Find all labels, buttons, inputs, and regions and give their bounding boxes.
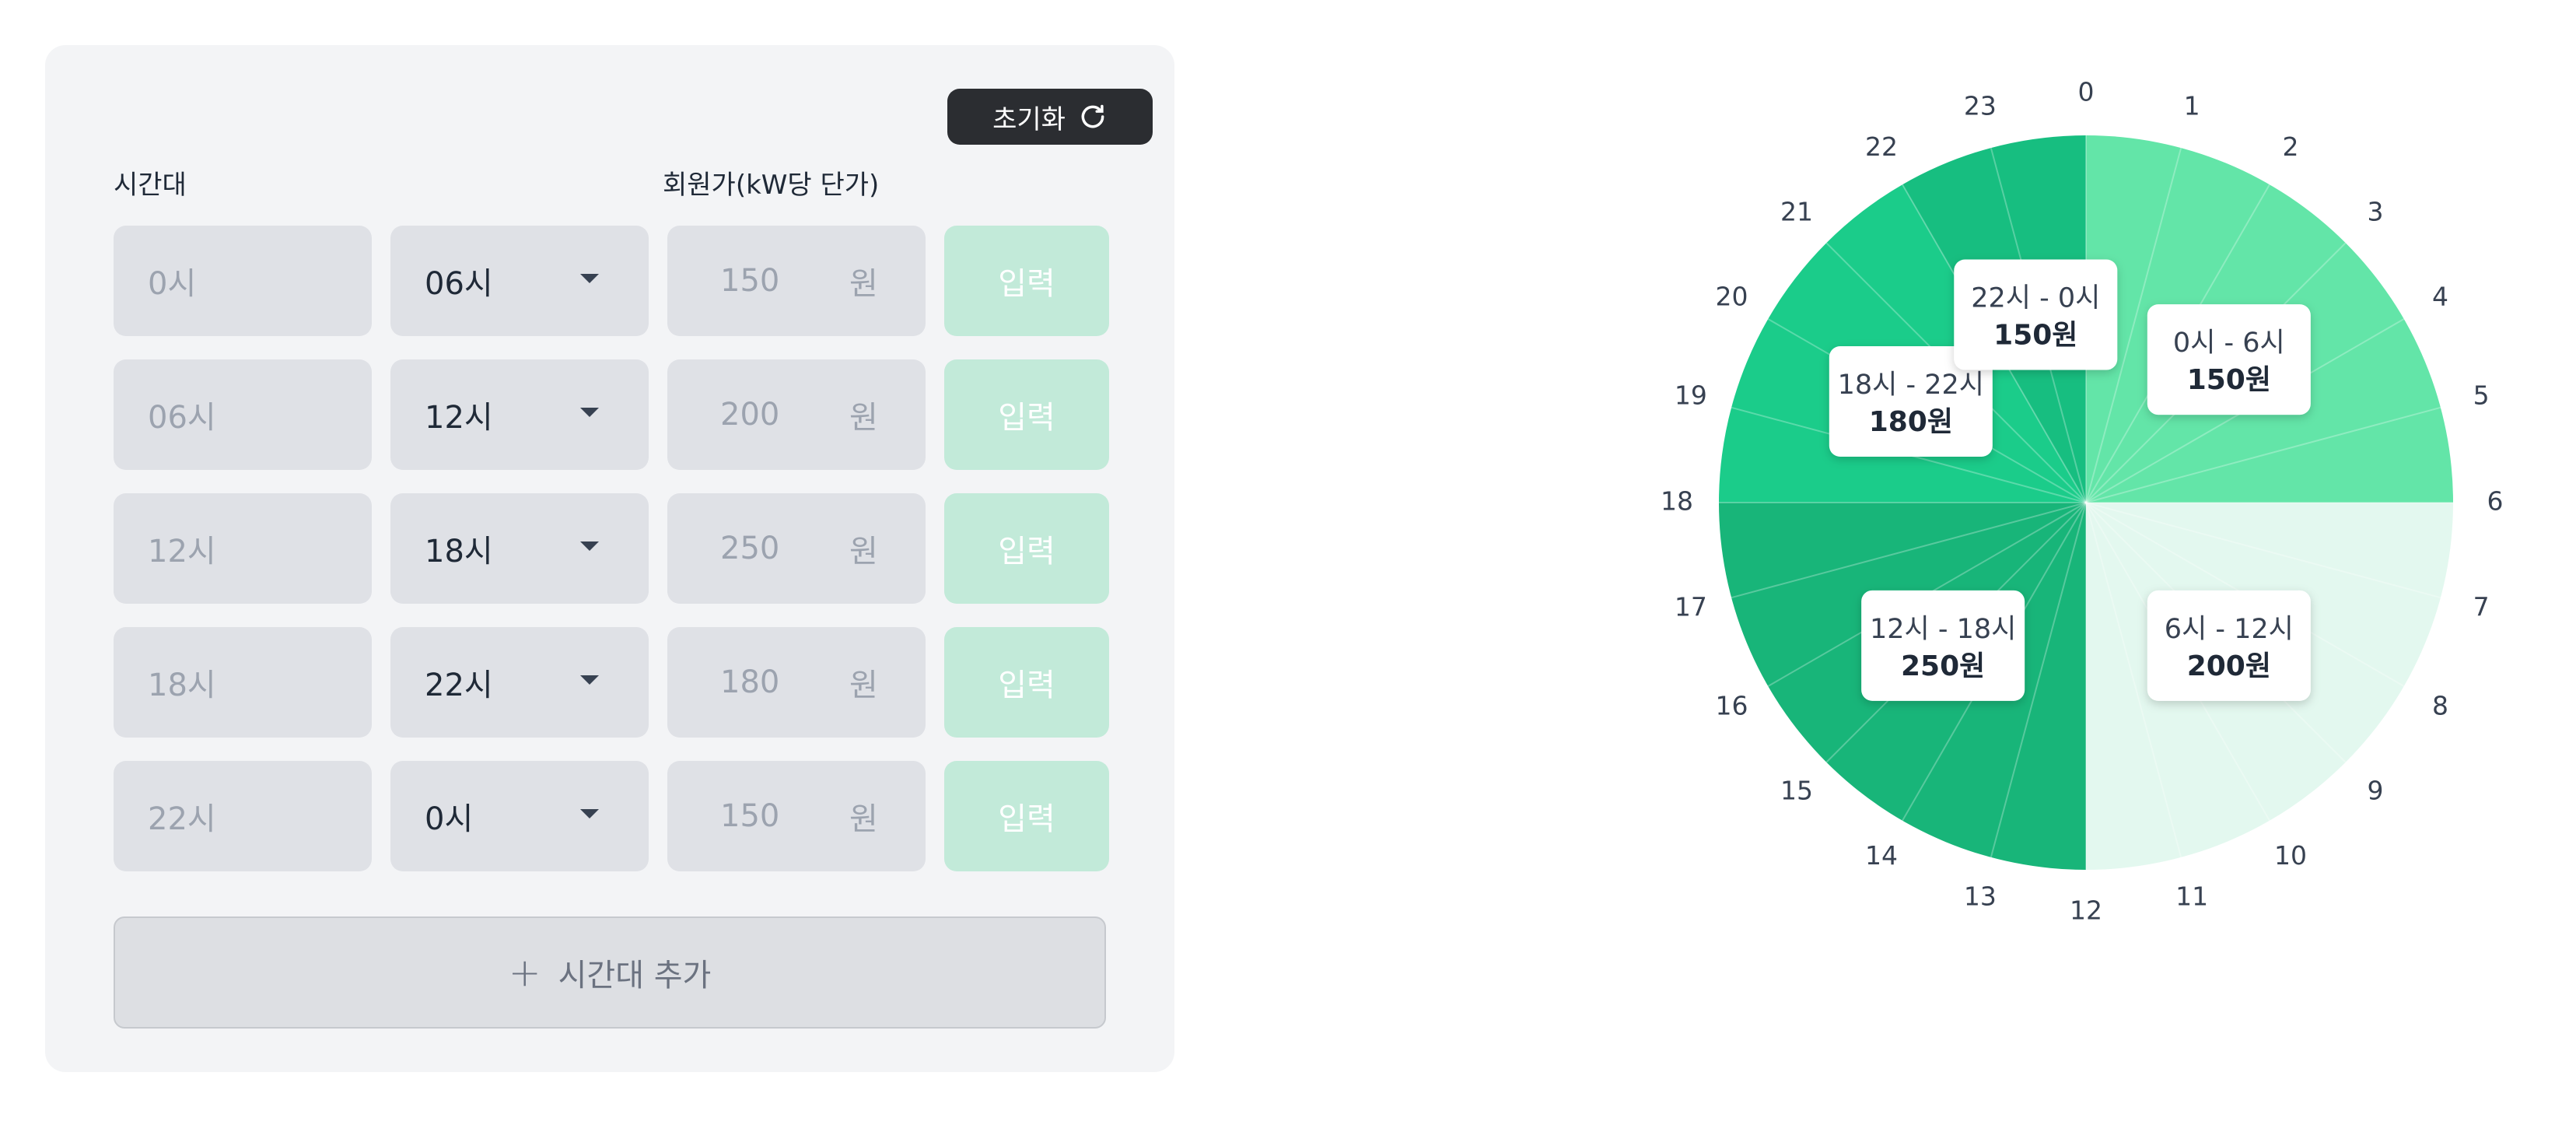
hour-label: 10 bbox=[2274, 840, 2307, 871]
price-value: 250 bbox=[720, 531, 780, 566]
time-range-row: 12시 18시 250 원 입력 bbox=[114, 493, 1153, 604]
price-unit: 원 bbox=[849, 266, 878, 302]
chevron-down-icon bbox=[580, 541, 599, 551]
chevron-down-icon bbox=[580, 274, 599, 283]
hour-label: 3 bbox=[2367, 197, 2383, 227]
price-value: 200 bbox=[720, 397, 780, 433]
price-header: 회원가(kW당 단가) bbox=[663, 170, 880, 201]
hour-label: 12 bbox=[2070, 895, 2102, 926]
hour-label: 7 bbox=[2473, 592, 2490, 622]
end-time-select[interactable]: 12시 bbox=[390, 359, 649, 470]
hour-label: 14 bbox=[1865, 840, 1898, 871]
slice-tooltip bbox=[1954, 259, 2118, 370]
add-time-range-button[interactable]: + 시간대 추가 bbox=[114, 916, 1106, 1029]
slice-tooltip bbox=[2147, 590, 2311, 701]
hour-label: 15 bbox=[1780, 775, 1813, 805]
end-time-value: 06시 bbox=[425, 266, 493, 302]
hour-label: 8 bbox=[2432, 691, 2448, 721]
hour-label: 18 bbox=[1661, 486, 1693, 517]
submit-button[interactable]: 입력 bbox=[944, 627, 1109, 738]
hour-label: 5 bbox=[2473, 380, 2490, 410]
slice-tooltip bbox=[1861, 590, 2025, 701]
price-value: 180 bbox=[720, 664, 780, 700]
submit-button[interactable]: 입력 bbox=[944, 493, 1109, 604]
hourly-price-pie-chart: 0 1 2 3 4 5 6 7 8 9 10 11 12 13 14 15 16 17 18 19 20 21 22 23 0시… bbox=[1633, 62, 2567, 965]
hour-label: 1 bbox=[2184, 90, 2200, 121]
hour-label: 6 bbox=[2487, 486, 2504, 517]
start-time-field: 06시 bbox=[114, 359, 372, 470]
slice-price-label: 180원 bbox=[1869, 406, 1953, 438]
time-range-header: 시간대 bbox=[114, 170, 187, 201]
submit-button[interactable]: 입력 bbox=[944, 761, 1109, 871]
hour-label: 16 bbox=[1715, 691, 1748, 721]
end-time-select[interactable]: 06시 bbox=[390, 226, 649, 336]
slice-range-label: 18시 - 22시 bbox=[1838, 370, 1984, 401]
end-time-select[interactable]: 18시 bbox=[390, 493, 649, 604]
slice-tooltip bbox=[2147, 304, 2311, 415]
time-range-row: 06시 12시 200 원 입력 bbox=[114, 359, 1153, 470]
end-time-value: 22시 bbox=[425, 668, 493, 703]
hour-label: 19 bbox=[1675, 380, 1707, 410]
slice-price-label: 250원 bbox=[1901, 650, 1985, 682]
submit-button[interactable]: 입력 bbox=[944, 226, 1109, 336]
pie-chart-svg: 0 12345678910111213141516171819202122230시… bbox=[1661, 77, 2504, 926]
chevron-down-icon bbox=[580, 408, 599, 417]
slice-price-label: 150원 bbox=[2187, 364, 2271, 396]
time-range-row: 18시 22시 180 원 입력 bbox=[114, 627, 1153, 738]
submit-button[interactable]: 입력 bbox=[944, 359, 1109, 470]
price-input[interactable]: 150 원 bbox=[667, 226, 926, 336]
start-time-field: 22시 bbox=[114, 761, 372, 871]
price-unit: 원 bbox=[849, 400, 878, 436]
hour-label: 13 bbox=[1964, 881, 1997, 912]
price-input[interactable]: 150 원 bbox=[667, 761, 926, 871]
refresh-icon bbox=[1081, 104, 1104, 128]
time-pricing-panel: 초기화 시간대 회원가(kW당 단가) 0시 06시 150 원 입력 06시 … bbox=[45, 45, 1174, 1072]
hour-label: 21 bbox=[1780, 197, 1813, 227]
price-unit: 원 bbox=[849, 668, 878, 703]
start-time-field: 18시 bbox=[114, 627, 372, 738]
end-time-value: 0시 bbox=[425, 801, 474, 837]
hour-label: 20 bbox=[1715, 282, 1748, 312]
slice-range-label: 0시 - 6시 bbox=[2173, 328, 2285, 359]
hour-label: 9 bbox=[2367, 775, 2383, 805]
price-unit: 원 bbox=[849, 534, 878, 570]
start-time-field: 12시 bbox=[114, 493, 372, 604]
slice-price-label: 200원 bbox=[2187, 650, 2271, 682]
end-time-value: 12시 bbox=[425, 400, 493, 436]
reset-button-label: 초기화 bbox=[992, 103, 1066, 135]
chevron-down-icon bbox=[580, 809, 599, 818]
price-value: 150 bbox=[720, 798, 780, 834]
hour-label: 4 bbox=[2432, 282, 2448, 312]
time-range-row: 22시 0시 150 원 입력 bbox=[114, 761, 1153, 871]
reset-button[interactable]: 초기화 bbox=[947, 89, 1153, 145]
hour-label: 11 bbox=[2175, 881, 2208, 912]
hour-label: 2 bbox=[2283, 131, 2299, 162]
time-range-row: 0시 06시 150 원 입력 bbox=[114, 226, 1153, 336]
price-input[interactable]: 200 원 bbox=[667, 359, 926, 470]
price-value: 150 bbox=[720, 263, 780, 299]
hour-label: 22 bbox=[1865, 131, 1898, 162]
price-input[interactable]: 250 원 bbox=[667, 493, 926, 604]
end-time-select[interactable]: 0시 bbox=[390, 761, 649, 871]
hour-label: 23 bbox=[1964, 90, 1997, 121]
hour-label: 0 bbox=[2078, 77, 2095, 107]
price-unit: 원 bbox=[849, 801, 878, 837]
hour-label: 17 bbox=[1675, 592, 1707, 622]
slice-range-label: 22시 - 0시 bbox=[1971, 283, 2100, 314]
end-time-value: 18시 bbox=[425, 534, 493, 570]
plus-icon: + bbox=[508, 950, 541, 995]
add-time-range-label: 시간대 추가 bbox=[558, 958, 712, 994]
start-time-field: 0시 bbox=[114, 226, 372, 336]
chevron-down-icon bbox=[580, 675, 599, 685]
slice-range-label: 12시 - 18시 bbox=[1870, 614, 2016, 645]
end-time-select[interactable]: 22시 bbox=[390, 627, 649, 738]
price-input[interactable]: 180 원 bbox=[667, 627, 926, 738]
slice-range-label: 6시 - 12시 bbox=[2165, 614, 2294, 645]
slice-price-label: 150원 bbox=[1993, 320, 2077, 352]
